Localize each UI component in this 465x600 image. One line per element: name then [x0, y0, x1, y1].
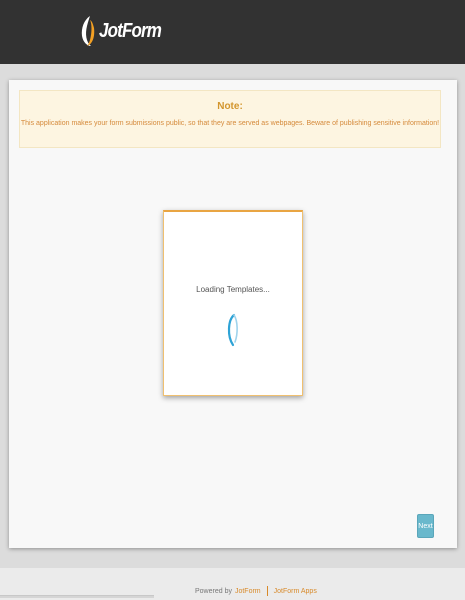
- loading-spinner-icon: [227, 313, 238, 347]
- logo-text: JotForm: [99, 19, 162, 42]
- next-button[interactable]: Next: [417, 514, 434, 538]
- loading-text: Loading Templates...: [196, 285, 270, 294]
- note-title: Note:: [217, 101, 243, 112]
- powered-by-text: Powered by: [195, 587, 232, 595]
- footer-scrollbar[interactable]: [0, 595, 154, 598]
- top-header: JotForm: [0, 0, 465, 64]
- main-card: Note: This application makes your form s…: [9, 80, 457, 548]
- jotform-apps-link[interactable]: JotForm Apps: [274, 588, 317, 595]
- jotform-link[interactable]: JotForm: [235, 588, 261, 595]
- jotform-logo-icon: [81, 16, 95, 46]
- footer-divider: [266, 586, 268, 596]
- footer: Powered by JotForm JotForm Apps: [0, 568, 465, 600]
- footer-links: Powered by JotForm JotForm Apps: [195, 586, 317, 596]
- warning-note: Note: This application makes your form s…: [19, 90, 441, 148]
- note-message: This application makes your form submiss…: [20, 120, 440, 127]
- loading-dialog: Loading Templates...: [163, 210, 303, 396]
- jotform-logo[interactable]: JotForm: [80, 14, 172, 48]
